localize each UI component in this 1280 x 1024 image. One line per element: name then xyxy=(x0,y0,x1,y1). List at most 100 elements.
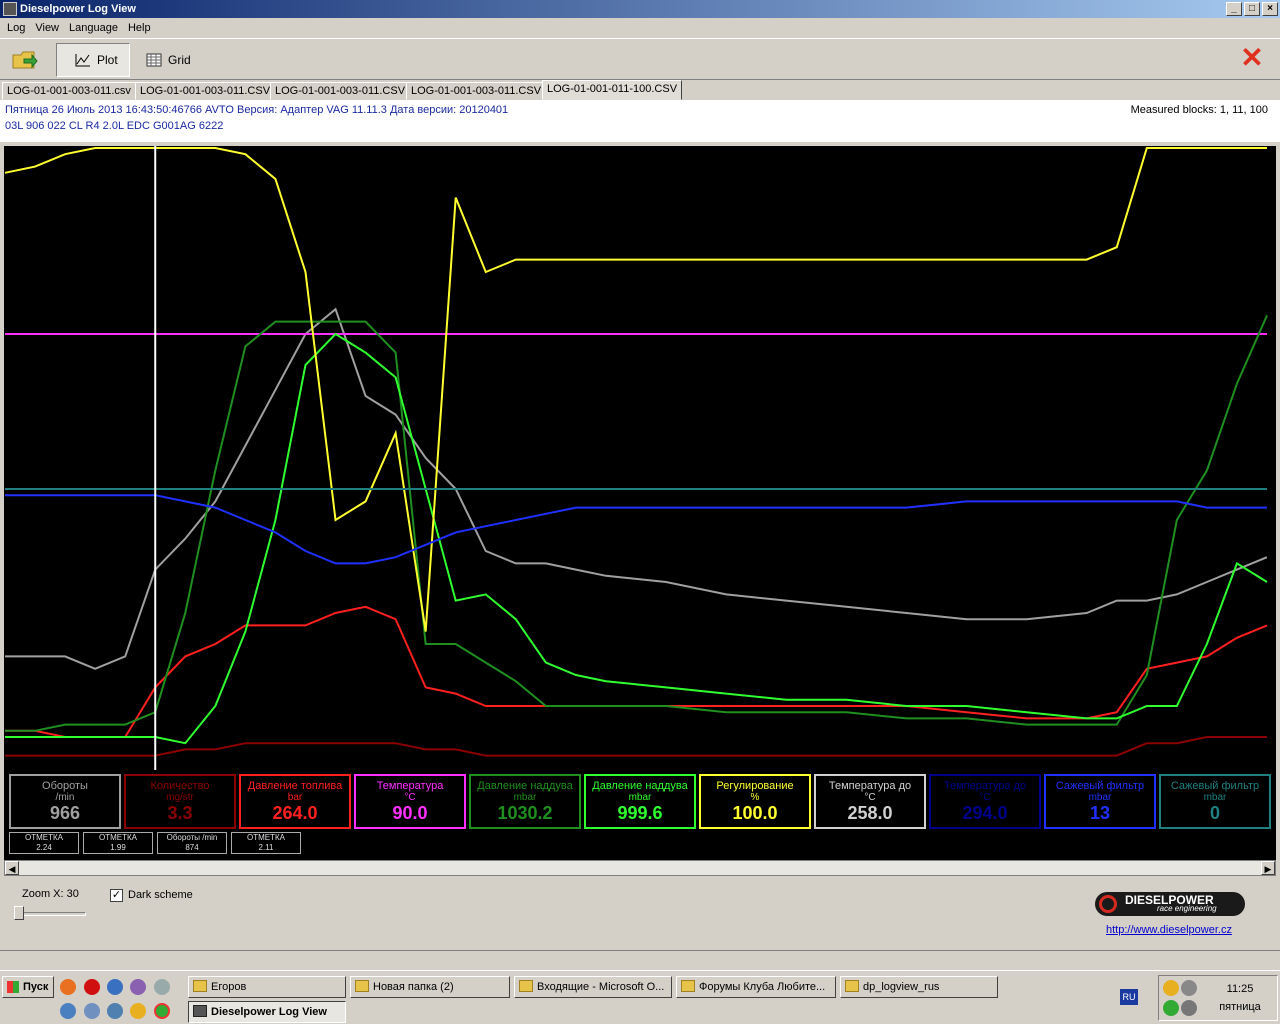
series-line-1 xyxy=(5,736,1267,757)
gauge-value: 13 xyxy=(1089,803,1111,823)
menu-view[interactable]: View xyxy=(30,22,64,34)
app-icon-6[interactable] xyxy=(107,1003,123,1019)
start-button[interactable]: Пуск xyxy=(2,976,54,998)
series-line-5 xyxy=(5,332,1268,745)
mark-box[interactable]: ОТМЕТКА 2.11 xyxy=(231,832,301,854)
gauge-name: Обороты xyxy=(42,780,88,792)
gauge-10[interactable]: Сажевый фильтр mbar 0 xyxy=(1159,774,1271,829)
app-icon-5[interactable] xyxy=(84,1003,100,1019)
mark-label: Обороты /min xyxy=(166,833,218,842)
app-icon-3[interactable] xyxy=(154,979,170,995)
gauge-name: Сажевый фильтр xyxy=(1170,780,1260,792)
menu-log[interactable]: Log xyxy=(2,22,30,34)
task-button[interactable]: Егоров xyxy=(188,976,346,998)
gauge-1[interactable]: Количество mg/str 3.3 xyxy=(124,774,236,829)
tab-file-4[interactable]: LOG-01-001-003-011.CSV xyxy=(406,82,547,100)
window-close-button[interactable]: × xyxy=(1262,2,1278,16)
gauge-8[interactable]: Температура до °C 294.0 xyxy=(929,774,1041,829)
gauge-name: Температура до xyxy=(828,780,912,792)
app-icon xyxy=(3,2,17,16)
menu-language[interactable]: Language xyxy=(64,22,123,34)
title-bar: Dieselpower Log View _ □ × xyxy=(0,0,1280,18)
app-task-icon xyxy=(193,1005,207,1017)
gauge-9[interactable]: Сажевый фильтр mbar 13 xyxy=(1044,774,1156,829)
task-button-active[interactable]: Dieselpower Log View xyxy=(188,1001,346,1023)
opera-icon[interactable] xyxy=(84,979,100,995)
mark-box[interactable]: ОТМЕТКА 2.24 xyxy=(9,832,79,854)
menu-bar: Log View Language Help xyxy=(0,18,1280,38)
language-indicator[interactable]: RU xyxy=(1120,989,1138,1005)
folder-open-icon xyxy=(12,51,38,69)
gauge-unit: °C xyxy=(979,792,991,803)
gauge-unit: mbar xyxy=(628,792,652,803)
gauge-name: Регулирование xyxy=(716,780,794,792)
gauge-unit: /min xyxy=(55,792,75,803)
log-info: Пятница 26 Июль 2013 16:43:50:46766 AVTO… xyxy=(0,100,1280,142)
gauge-name: Давление наддува xyxy=(592,780,688,792)
tab-file-1[interactable]: LOG-01-001-003-011.csv xyxy=(2,82,136,100)
window-title: Dieselpower Log View xyxy=(20,3,136,15)
status-bar xyxy=(0,950,1280,970)
mark-value: 874 xyxy=(185,843,199,852)
app-icon-4[interactable] xyxy=(60,1003,76,1019)
gauge-value: 294.0 xyxy=(962,803,1008,823)
tray-icon-1[interactable] xyxy=(1163,980,1179,996)
zoom-slider[interactable] xyxy=(14,906,90,922)
website-link[interactable]: http://www.dieselpower.cz xyxy=(1106,924,1232,936)
scroll-right-icon[interactable]: ▶ xyxy=(1261,861,1275,875)
minimize-button[interactable]: _ xyxy=(1226,2,1242,16)
tab-file-5[interactable]: LOG-01-001-011-100.CSV xyxy=(542,80,683,100)
gauge-7[interactable]: Температура до °C 258.0 xyxy=(814,774,926,829)
plot-area[interactable] xyxy=(4,146,1276,770)
scroll-left-icon[interactable]: ◀ xyxy=(5,861,19,875)
gauge-unit: mg/str xyxy=(166,792,194,803)
task-button[interactable]: Входящие - Microsoft O... xyxy=(514,976,672,998)
plot-button[interactable]: Plot xyxy=(56,43,130,77)
task-button[interactable]: Форумы Клуба Любите... xyxy=(676,976,836,998)
gauge-3[interactable]: Температура °C 90.0 xyxy=(354,774,466,829)
open-folder-button[interactable] xyxy=(8,43,42,77)
gauge-6[interactable]: Регулирование% 100.0 xyxy=(699,774,811,829)
tab-file-3[interactable]: LOG-01-001-003-011.CSV xyxy=(270,82,411,100)
tray-icon-2[interactable] xyxy=(1181,980,1197,996)
horizontal-scrollbar[interactable]: ◀ ▶ xyxy=(4,860,1276,876)
gauge-unit: °C xyxy=(404,792,416,803)
app-icon-1[interactable] xyxy=(107,979,123,995)
gauge-4[interactable]: Давление наддува mbar 1030.2 xyxy=(469,774,581,829)
gauge-2[interactable]: Давление топлива bar 264.0 xyxy=(239,774,351,829)
zoom-label: Zoom X: 30 xyxy=(22,888,79,900)
gauge-5[interactable]: Давление наддува mbar 999.6 xyxy=(584,774,696,829)
gauge-name: Давление наддува xyxy=(477,780,573,792)
app-icon-7[interactable] xyxy=(130,1003,146,1019)
folder-icon xyxy=(355,980,369,992)
firefox-icon[interactable] xyxy=(60,979,76,995)
menu-help[interactable]: Help xyxy=(123,22,156,34)
task-button[interactable]: Новая папка (2) xyxy=(350,976,510,998)
zoom-slider-thumb[interactable] xyxy=(14,906,24,920)
tab-file-2[interactable]: LOG-01-001-003-011.CSV xyxy=(135,82,276,100)
series-line-4 xyxy=(5,314,1268,732)
dark-scheme-checkbox[interactable]: ✓ xyxy=(110,889,123,902)
volume-icon[interactable] xyxy=(1181,1000,1197,1016)
tray-icon-3[interactable] xyxy=(1163,1000,1179,1016)
mark-box[interactable]: ОТМЕТКА 1.99 xyxy=(83,832,153,854)
file-tabs: LOG-01-001-003-011.csv LOG-01-001-003-01… xyxy=(0,80,1280,100)
close-log-icon[interactable]: ✕ xyxy=(1240,44,1264,72)
maximize-button[interactable]: □ xyxy=(1244,2,1260,16)
app-icon-2[interactable] xyxy=(130,979,146,995)
gauge-unit: bar xyxy=(287,792,303,803)
task-label: Новая папка (2) xyxy=(373,981,454,993)
task-label: dp_logview_rus xyxy=(863,981,940,993)
start-label: Пуск xyxy=(23,981,49,993)
clock[interactable]: 11:25 пятница xyxy=(1210,983,1270,1019)
chrome-icon[interactable] xyxy=(154,1003,170,1019)
taskbar: Пуск Егоров Новая папка (2) Входящие - M… xyxy=(0,970,1280,1024)
mark-box[interactable]: Обороты /min 874 xyxy=(157,832,227,854)
task-button[interactable]: dp_logview_rus xyxy=(840,976,998,998)
task-label: Dieselpower Log View xyxy=(211,1006,327,1018)
gauge-value: 264.0 xyxy=(272,803,318,823)
grid-button[interactable]: Grid xyxy=(140,43,200,77)
gauge-0[interactable]: Обороты/min 966 xyxy=(9,774,121,829)
gauge-unit: mbar xyxy=(1203,792,1227,803)
series-line-7 xyxy=(5,494,1267,565)
